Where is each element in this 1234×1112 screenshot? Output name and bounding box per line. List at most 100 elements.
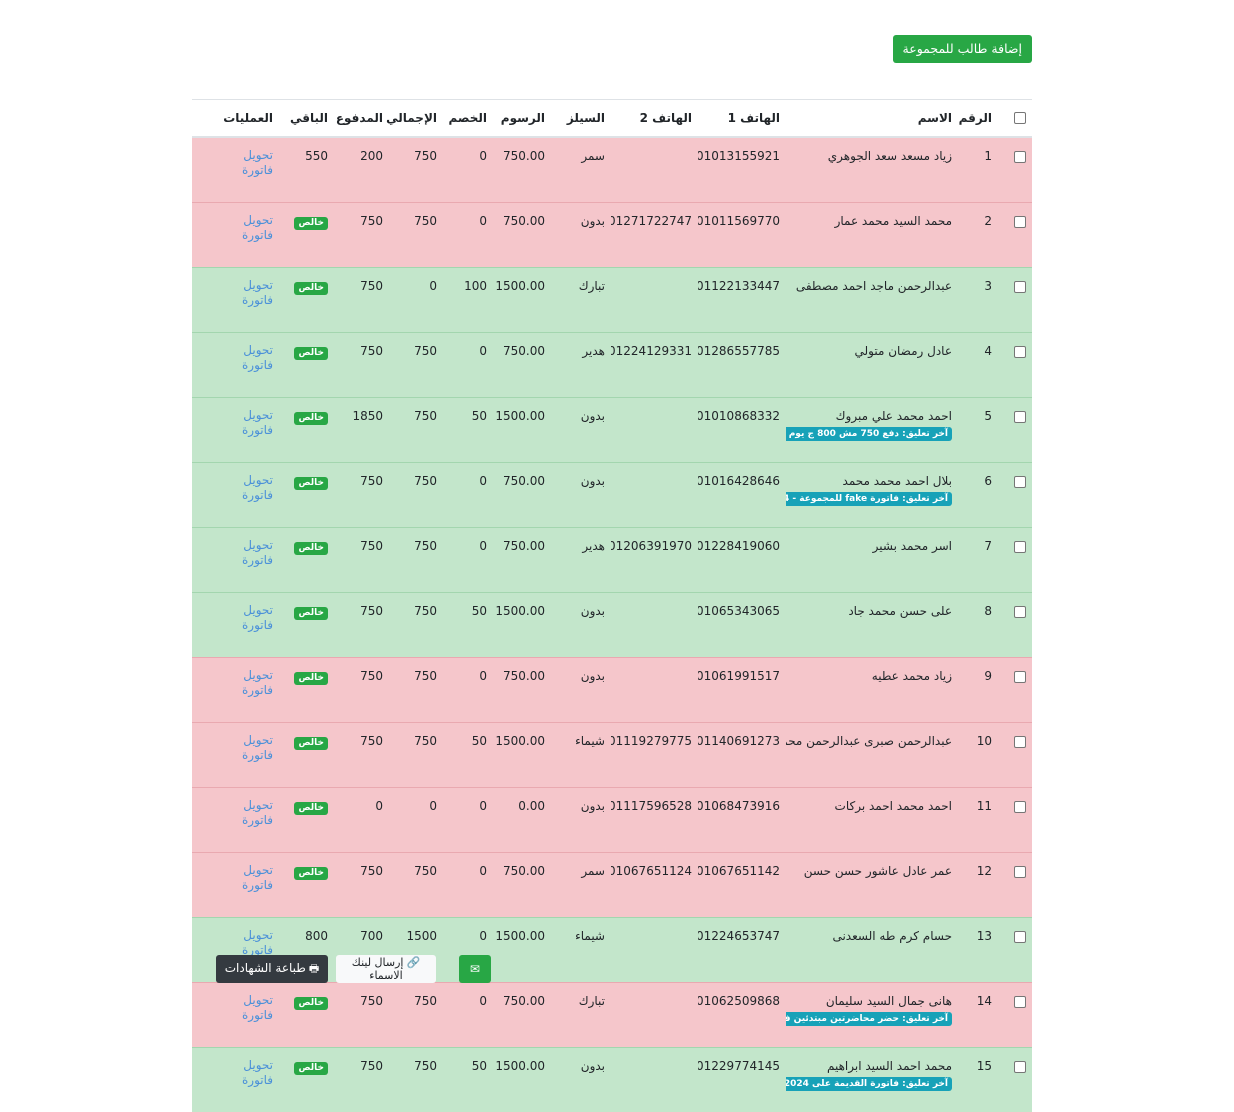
invoice-link[interactable]: فاتورة (198, 551, 273, 569)
row-checkbox[interactable] (1014, 281, 1026, 293)
row-paid: 750 (334, 1048, 389, 1112)
row-phone2: 01271722747 (611, 203, 698, 268)
row-num: 2 (958, 203, 998, 268)
row-fees: 750.00 (493, 137, 551, 203)
row-remaining-cell: خالص (279, 268, 334, 333)
row-checkbox[interactable] (1014, 346, 1026, 358)
paid-badge: خالص (294, 542, 328, 555)
row-num: 15 (958, 1048, 998, 1112)
row-name-cell: على حسن محمد جاد (786, 593, 958, 658)
row-checkbox[interactable] (1014, 411, 1026, 423)
row-operations: تحويلفاتورة (192, 398, 279, 463)
row-checkbox[interactable] (1014, 996, 1026, 1008)
invoice-link[interactable]: فاتورة (198, 356, 273, 374)
row-select-cell[interactable] (998, 658, 1032, 723)
row-num: 7 (958, 528, 998, 593)
invoice-link[interactable]: فاتورة (198, 876, 273, 894)
select-all-checkbox[interactable] (1014, 112, 1026, 124)
header-operations: العمليات (192, 100, 279, 138)
invoice-link[interactable]: فاتورة (198, 486, 273, 504)
row-operations: تحويلفاتورة (192, 723, 279, 788)
row-select-cell[interactable] (998, 853, 1032, 918)
invoice-link[interactable]: فاتورة (198, 616, 273, 634)
row-paid: 200 (334, 137, 389, 203)
row-total: 750 (389, 137, 443, 203)
row-paid: 0 (334, 788, 389, 853)
invoice-link[interactable]: فاتورة (198, 681, 273, 699)
select-all-cell[interactable] (998, 100, 1032, 138)
row-checkbox[interactable] (1014, 1061, 1026, 1073)
invoice-link[interactable]: فاتورة (198, 1071, 273, 1089)
row-name-cell: محمد السيد محمد عمار (786, 203, 958, 268)
row-checkbox[interactable] (1014, 736, 1026, 748)
row-select-cell[interactable] (998, 463, 1032, 528)
row-checkbox[interactable] (1014, 151, 1026, 163)
row-select-cell[interactable] (998, 268, 1032, 333)
row-select-cell[interactable] (998, 528, 1032, 593)
row-select-cell[interactable] (998, 593, 1032, 658)
printer-icon: 🖶 (309, 960, 319, 979)
row-remaining-cell: خالص (279, 203, 334, 268)
row-checkbox[interactable] (1014, 931, 1026, 943)
row-fees: 750.00 (493, 203, 551, 268)
invoice-link[interactable]: فاتورة (198, 746, 273, 764)
print-certificates-button[interactable]: 🖶طباعة الشهادات (216, 955, 328, 983)
row-phone2: 01224129331 (611, 333, 698, 398)
invoice-link[interactable]: فاتورة (198, 811, 273, 829)
send-names-link-label: إرسال لينك الاسماء (352, 956, 404, 982)
row-select-cell[interactable] (998, 333, 1032, 398)
table-row: 3عبدالرحمن ماجد احمد مصطفى01122133447تبا… (192, 268, 1032, 333)
row-select-cell[interactable] (998, 1048, 1032, 1112)
row-checkbox[interactable] (1014, 671, 1026, 683)
row-phone2 (611, 658, 698, 723)
row-discount: 0 (443, 137, 493, 203)
row-checkbox[interactable] (1014, 801, 1026, 813)
row-phone2 (611, 593, 698, 658)
student-name: على حسن محمد جاد (848, 604, 952, 618)
row-fees: 750.00 (493, 463, 551, 528)
row-phone1: 01140691273 (698, 723, 786, 788)
row-num: 1 (958, 137, 998, 203)
invoice-link[interactable]: فاتورة (198, 161, 273, 179)
send-email-button[interactable]: ✉ (459, 955, 491, 983)
row-select-cell[interactable] (998, 137, 1032, 203)
row-checkbox[interactable] (1014, 866, 1026, 878)
row-phone2: 01117596528 (611, 788, 698, 853)
row-name-cell: زياد محمد عطيه (786, 658, 958, 723)
row-phone1: 01016428646 (698, 463, 786, 528)
row-name-cell: عادل رمضان متولي (786, 333, 958, 398)
table-row: 5احمد محمد علي مبروكآخر تعليق: دفع 750 م… (192, 398, 1032, 463)
invoice-link[interactable]: فاتورة (198, 291, 273, 309)
row-operations: تحويلفاتورة (192, 658, 279, 723)
add-student-button[interactable]: إضافة طالب للمجموعة (893, 35, 1032, 63)
row-select-cell[interactable] (998, 723, 1032, 788)
row-operations: تحويلفاتورة (192, 1048, 279, 1112)
row-select-cell[interactable] (998, 398, 1032, 463)
row-remaining-cell: 550 (279, 137, 334, 203)
row-checkbox[interactable] (1014, 216, 1026, 228)
invoice-link[interactable]: فاتورة (198, 226, 273, 244)
row-total: 750 (389, 203, 443, 268)
header-name: الاسم (786, 100, 958, 138)
row-select-cell[interactable] (998, 203, 1032, 268)
row-operations: تحويلفاتورة (192, 853, 279, 918)
row-select-cell[interactable] (998, 918, 1032, 983)
remaining-value: 550 (305, 149, 328, 163)
row-syllabus: بدون (551, 658, 611, 723)
row-total: 750 (389, 983, 443, 1048)
row-checkbox[interactable] (1014, 541, 1026, 553)
row-remaining-cell: خالص (279, 398, 334, 463)
invoice-link[interactable]: فاتورة (198, 421, 273, 439)
table-row: 2محمد السيد محمد عمار0101156977001271722… (192, 203, 1032, 268)
row-phone1: 01065343065 (698, 593, 786, 658)
student-name: محمد احمد السيد ابراهيم (827, 1059, 952, 1073)
invoice-link[interactable]: فاتورة (198, 1006, 273, 1024)
row-phone1: 01061991517 (698, 658, 786, 723)
row-select-cell[interactable] (998, 983, 1032, 1048)
row-remaining-cell: خالص (279, 333, 334, 398)
send-names-link-button[interactable]: 🔗إرسال لينك الاسماء (336, 955, 436, 983)
row-checkbox[interactable] (1014, 476, 1026, 488)
header-total: الإجمالي (389, 100, 443, 138)
row-checkbox[interactable] (1014, 606, 1026, 618)
row-select-cell[interactable] (998, 788, 1032, 853)
